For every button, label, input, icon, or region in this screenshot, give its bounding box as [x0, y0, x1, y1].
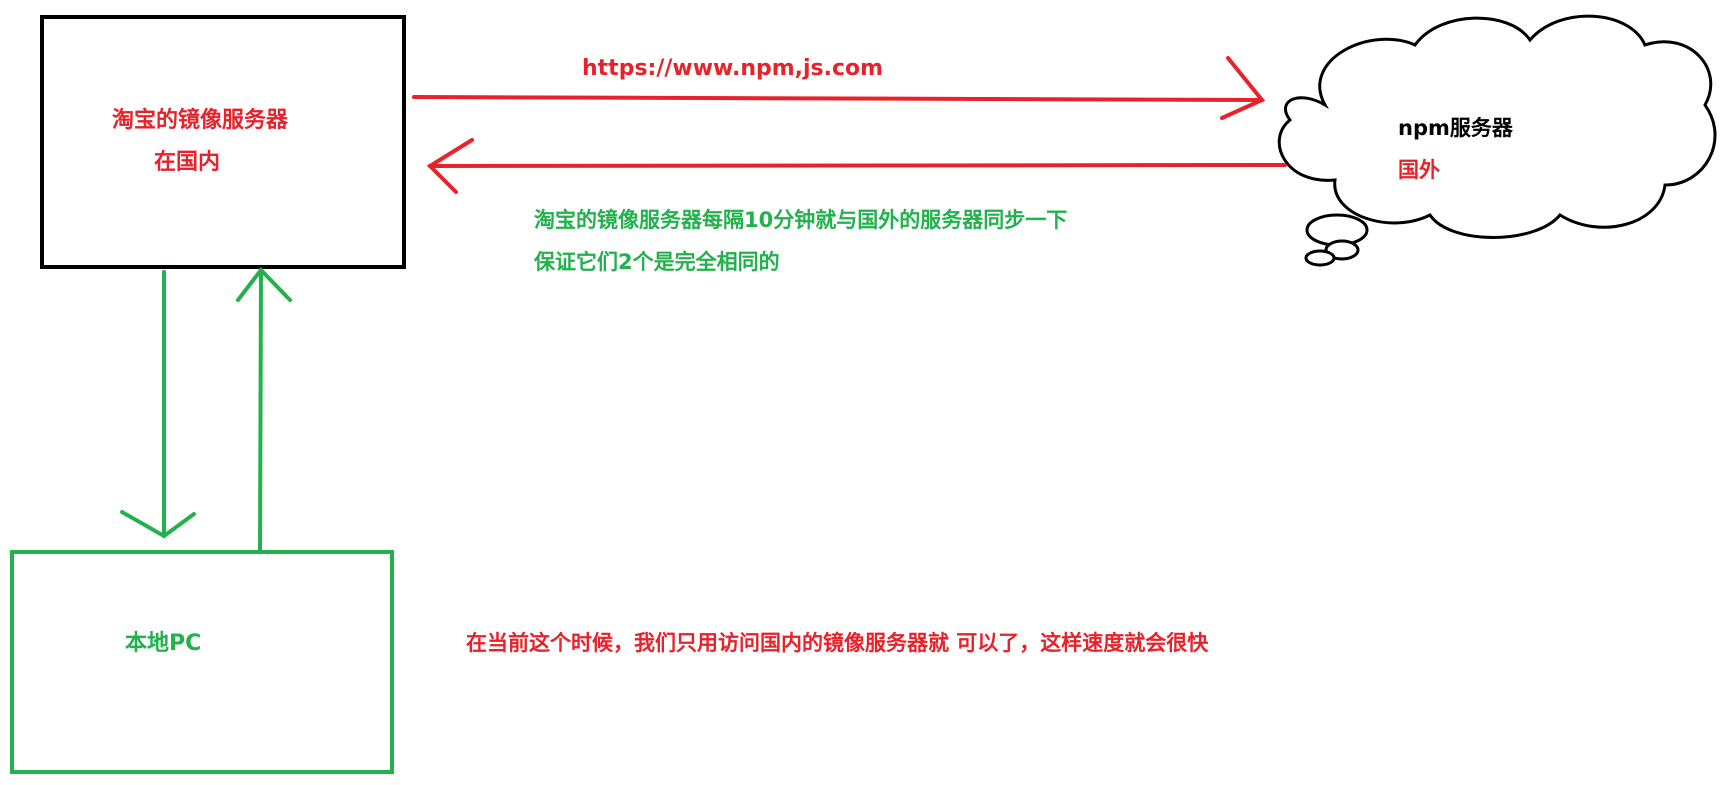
mirror-server-box: [40, 15, 406, 269]
download-arrow: [120, 270, 196, 539]
upload-arrow: [236, 266, 292, 553]
npm-server-location: 国外: [1398, 158, 1440, 182]
sync-note-line2: 保证它们2个是完全相同的: [534, 250, 780, 274]
conclusion-note: 在当前这个时候，我们只用访问国内的镜像服务器就 可以了，这样速度就会很快: [466, 631, 1209, 655]
mirror-server-title: 淘宝的镜像服务器: [112, 108, 289, 133]
npm-url-label: https://www.npm,js.com: [582, 56, 884, 81]
mirror-server-location: 在国内: [154, 150, 221, 175]
sync-arrow: [426, 138, 1287, 194]
sync-note-line1: 淘宝的镜像服务器每隔10分钟就与国外的服务器同步一下: [534, 208, 1068, 232]
npm-server-title: npm服务器: [1398, 116, 1513, 140]
local-pc-title: 本地PC: [125, 631, 202, 656]
local-pc-box: [10, 550, 394, 774]
